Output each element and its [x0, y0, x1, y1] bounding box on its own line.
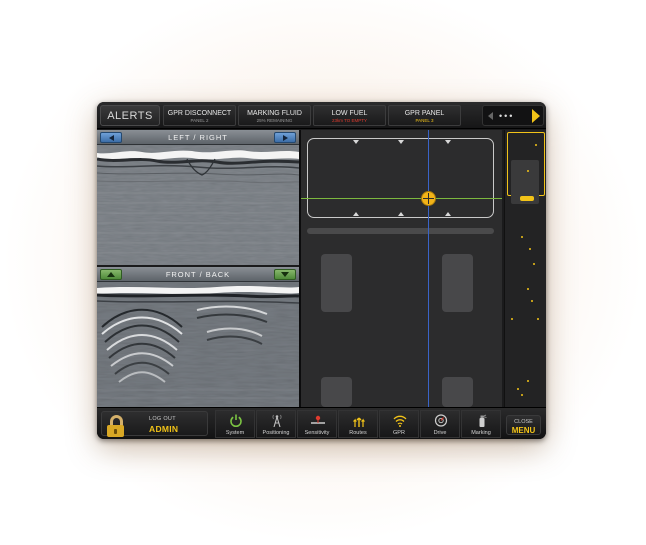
bottom-toolbar: LOG OUT ADMIN System Positioning Sensiti… [97, 407, 546, 439]
minimap-marker-dot [521, 394, 523, 396]
nav-gpr[interactable]: GPR [379, 410, 419, 438]
minimap-vehicle-marker [520, 196, 534, 201]
routes-icon [353, 417, 365, 427]
nav-sensitivity[interactable]: Sensitivity [297, 410, 337, 438]
signal-icon [393, 415, 407, 427]
minimap-marker-dot [511, 318, 513, 320]
alert-gpr-panel[interactable]: GPR PANEL PANEL 3 [388, 105, 461, 126]
nav-label: Marking [471, 430, 491, 436]
alerts-button[interactable]: ALERTS [100, 105, 160, 126]
logout-admin-button[interactable]: LOG OUT ADMIN [101, 411, 208, 437]
nav-label: Positioning [262, 430, 290, 436]
vehicle-wheel-front-left [321, 254, 352, 312]
alerts-pager: ••• [482, 105, 544, 126]
nav-label: Drive [433, 430, 447, 436]
minimap-marker-dot [533, 263, 535, 265]
vehicle-axle-track [307, 228, 494, 234]
arrow-down-icon [281, 272, 289, 277]
crosshair-horizontal-line [301, 198, 502, 199]
pager-prev-icon[interactable] [488, 112, 493, 120]
logout-user: ADMIN [149, 424, 179, 434]
scan-right-button[interactable] [274, 132, 296, 143]
alert-subtitle: PANEL 3 [415, 118, 434, 123]
minimap[interactable] [504, 130, 546, 407]
alert-title: LOW FUEL [331, 110, 368, 117]
radar-left-right-label: LEFT / RIGHT [168, 133, 228, 142]
alert-subtitle: 23km TO EMPTY [331, 118, 368, 123]
minimap-marker-dot [527, 170, 529, 172]
minimap-marker-dot [527, 380, 529, 382]
device-frame: ALERTS GPR DISCONNECT PANEL 2 MARKING FL… [97, 102, 546, 439]
alert-title: MARKING FLUID [247, 110, 302, 117]
pager-next-icon[interactable] [532, 109, 540, 123]
radar-left-right-header: LEFT / RIGHT [97, 130, 299, 145]
nav-positioning[interactable]: Positioning [256, 410, 296, 438]
nav-label: Routes [349, 430, 367, 436]
minimap-marker-dot [535, 144, 537, 146]
zone-marker [445, 212, 451, 216]
close-menu-button[interactable]: CLOSE MENU [506, 415, 541, 435]
scan-back-button[interactable] [274, 269, 296, 280]
close-menu-small-label: CLOSE [514, 419, 533, 425]
slider-icon [311, 415, 325, 424]
scan-zone [307, 138, 494, 218]
nav-label: GPR [393, 430, 405, 436]
dial-icon [434, 414, 448, 427]
crosshair-vertical-line [428, 130, 429, 407]
zone-marker [445, 140, 451, 144]
alert-subtitle: 25% REMAINING [256, 118, 293, 123]
minimap-marker-dot [531, 300, 533, 302]
minimap-marker-dot [537, 318, 539, 320]
minimap-marker-dot [517, 388, 519, 390]
radar-front-back-pane: FRONT / BACK [97, 267, 299, 407]
alert-low-fuel[interactable]: LOW FUEL 23km TO EMPTY [313, 105, 386, 126]
pager-dots: ••• [499, 111, 515, 121]
alert-title: GPR DISCONNECT [167, 110, 232, 117]
logout-label: LOG OUT [149, 416, 176, 422]
main-navigation: System Positioning Sensitivity Routes GP… [215, 410, 501, 438]
alert-gpr-disconnect[interactable]: GPR DISCONNECT PANEL 2 [163, 105, 236, 126]
nav-routes[interactable]: Routes [338, 410, 378, 438]
zone-marker [353, 140, 359, 144]
vehicle-wheel-rear-right [442, 377, 473, 407]
arrow-right-icon [282, 134, 288, 141]
crosshair-target-icon[interactable] [421, 191, 436, 206]
nav-drive[interactable]: Drive [420, 410, 460, 438]
zone-marker [353, 212, 359, 216]
vehicle-wheel-rear-left [321, 377, 352, 407]
alerts-bar: ALERTS GPR DISCONNECT PANEL 2 MARKING FL… [97, 102, 546, 129]
lock-icon [105, 415, 127, 437]
radar-left-right-pane: LEFT / RIGHT [97, 130, 299, 265]
zone-marker [398, 212, 404, 216]
spray-icon [479, 414, 487, 427]
minimap-marker-dot [527, 288, 529, 290]
close-menu-big-label: MENU [511, 426, 536, 435]
vehicle-map-view[interactable] [301, 130, 502, 407]
radar-front-back-label: FRONT / BACK [165, 270, 231, 279]
nav-label: System [225, 430, 245, 436]
power-icon [230, 414, 242, 427]
minimap-marker-dot [521, 236, 523, 238]
antenna-icon [272, 414, 282, 427]
nav-system[interactable]: System [215, 410, 255, 438]
radar-front-back-header: FRONT / BACK [97, 267, 299, 282]
nav-label: Sensitivity [304, 430, 330, 436]
alert-marking-fluid[interactable]: MARKING FLUID 25% REMAINING [238, 105, 311, 126]
radar-scan-left-right [97, 145, 299, 265]
zone-marker [398, 140, 404, 144]
nav-marking[interactable]: Marking [461, 410, 501, 438]
alert-title: GPR PANEL [404, 110, 445, 117]
radar-scan-front-back [97, 282, 299, 407]
minimap-marker-dot [529, 248, 531, 250]
vehicle-wheel-front-right [442, 254, 473, 312]
alert-subtitle: PANEL 2 [190, 118, 209, 123]
